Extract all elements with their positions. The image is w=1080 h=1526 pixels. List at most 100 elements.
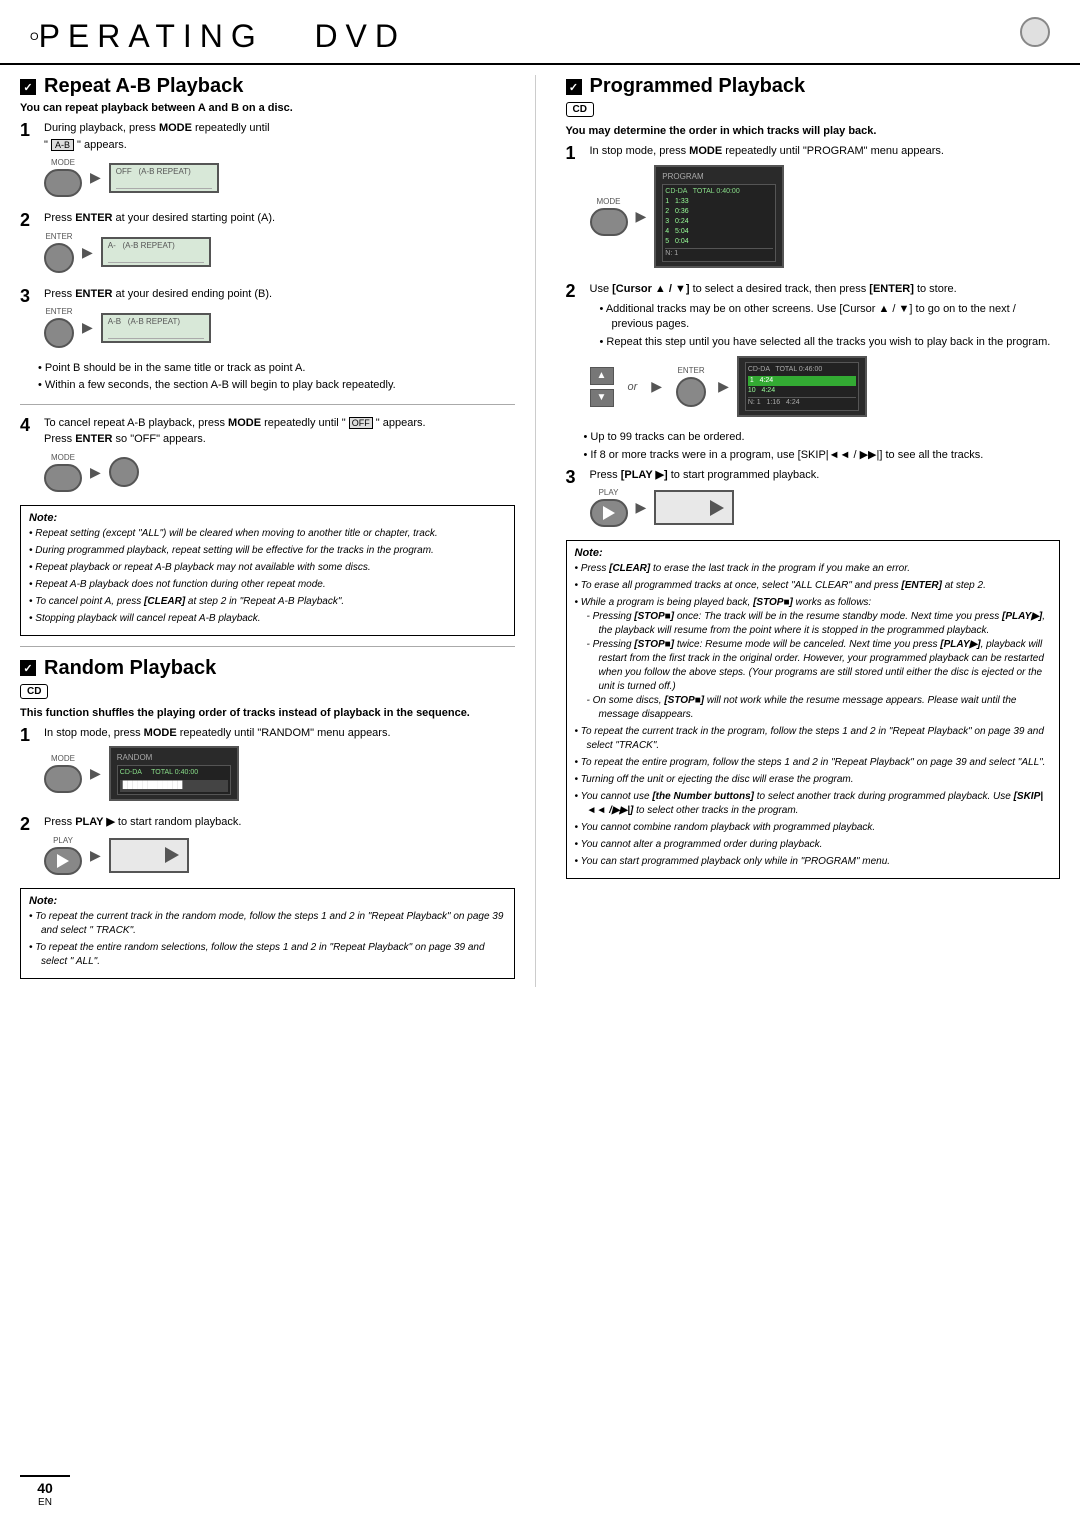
page-number: 40	[37, 1480, 53, 1496]
step-ab-4-num: 4	[20, 415, 36, 437]
enter-button-2[interactable]	[44, 318, 74, 348]
note-ab-3: Repeat playback or repeat A-B playback m…	[29, 561, 506, 575]
step-ab-2-text: Press ENTER at your desired starting poi…	[44, 210, 515, 227]
enter-button-p2[interactable]	[676, 377, 706, 407]
mode-button-1[interactable]	[44, 169, 82, 197]
ab-bullet-1: Point B should be in the same title or t…	[38, 361, 515, 376]
note-prog-9: You cannot alter a programmed order duri…	[575, 838, 1052, 852]
enter-button-group-2: ENTER	[44, 307, 74, 348]
step-prog-3-text: Press [PLAY ▶] to start programmed playb…	[590, 467, 1061, 484]
note-ab-6: Stopping playback will cancel repeat A-B…	[29, 612, 506, 626]
checkbox-random-icon: ✓	[20, 660, 36, 676]
step-random-1-content: In stop mode, press MODE repeatedly unti…	[44, 725, 515, 807]
screen-random-1: RANDOM CD-DA TOTAL 0:40:00 ████████████	[109, 746, 239, 801]
step-ab-3: 3 Press ENTER at your desired ending poi…	[20, 286, 515, 354]
section-ab-heading: ✓ Repeat A-B Playback	[20, 75, 515, 98]
step-random-1-text: In stop mode, press MODE repeatedly unti…	[44, 725, 515, 742]
play-button-group-p: PLAY	[590, 488, 628, 527]
checkbox-ab-icon: ✓	[20, 79, 36, 95]
play-button-r[interactable]	[44, 847, 82, 875]
note-prog-10: You can start programmed playback only w…	[575, 855, 1052, 869]
note-box-prog: Note: Press [CLEAR] to erase the last tr…	[566, 540, 1061, 879]
section-programmed-subtitle: You may determine the order in which tra…	[566, 125, 1061, 137]
step-ab-3-diagram: ENTER ▶ A-B (A-B REPEAT)	[44, 307, 515, 348]
step-ab-1: 1 During playback, press MODE repeatedly…	[20, 120, 515, 202]
step-prog-2-text: Use [Cursor ▲ / ▼] to select a desired t…	[590, 281, 1061, 298]
enter-button-4[interactable]	[109, 457, 139, 487]
note-ab-5: To cancel point A, press [CLEAR] at step…	[29, 595, 506, 609]
step-ab-2-num: 2	[20, 210, 36, 232]
enter-label-1: ENTER	[45, 232, 72, 241]
mode-button-4[interactable]	[44, 464, 82, 492]
play-button-p[interactable]	[590, 499, 628, 527]
mode-label-p1: MODE	[597, 197, 621, 206]
cursor-buttons: ▲ ▼	[590, 367, 614, 407]
section-ab-title: Repeat A-B Playback	[44, 75, 243, 98]
step-prog-1-num: 1	[566, 143, 582, 165]
o-circle-icon: O	[30, 31, 39, 43]
enter-label-2: ENTER	[45, 307, 72, 316]
enter-button-1[interactable]	[44, 243, 74, 273]
note-random-1: To repeat the current track in the rando…	[29, 910, 506, 938]
note-ab-1: Repeat setting (except "ALL") will be cl…	[29, 527, 506, 541]
section-programmed-heading: ✓ Programmed Playback	[566, 75, 1061, 98]
step-ab-3-content: Press ENTER at your desired ending point…	[44, 286, 515, 354]
note-list-ab: Repeat setting (except "ALL") will be cl…	[29, 527, 506, 626]
step-ab-4: 4 To cancel repeat A-B playback, press M…	[20, 415, 515, 497]
step-random-2: 2 Press PLAY ▶ to start random playback.…	[20, 814, 515, 880]
cd-badge-prog: CD	[566, 102, 594, 117]
section-ab-subtitle: You can repeat playback between A and B …	[20, 102, 515, 114]
note-prog-3: While a program is being played back, [S…	[575, 596, 1052, 722]
note-random-2: To repeat the entire random selections, …	[29, 941, 506, 969]
prog-bullet-1: Additional tracks may be on other screen…	[600, 302, 1061, 333]
step-prog-2: 2 Use [Cursor ▲ / ▼] to select a desired…	[566, 281, 1061, 422]
play-icon-r	[57, 854, 69, 868]
mode-button-r1[interactable]	[44, 765, 82, 793]
note-ab-4: Repeat A-B playback does not function du…	[29, 578, 506, 592]
header: O PERATING DVD	[0, 0, 1080, 65]
note-ab-2: During programmed playback, repeat setti…	[29, 544, 506, 558]
screen-ab-2: A- (A-B REPEAT)	[101, 237, 211, 267]
note-prog-5: To repeat the entire program, follow the…	[575, 756, 1052, 770]
note-title-prog: Note:	[575, 547, 1052, 559]
note-title-random: Note:	[29, 895, 506, 907]
section-random-heading: ✓ Random Playback	[20, 657, 515, 680]
step-prog-3: 3 Press [PLAY ▶] to start programmed pla…	[566, 467, 1061, 533]
left-column: ✓ Repeat A-B Playback You can repeat pla…	[20, 75, 536, 987]
step-random-2-content: Press PLAY ▶ to start random playback. P…	[44, 814, 515, 880]
screen-ab-1: OFF (A-B REPEAT)	[109, 163, 219, 193]
step-prog-1-content: In stop mode, press MODE repeatedly unti…	[590, 143, 1061, 273]
mode-label-r1: MODE	[51, 754, 75, 763]
prog-bullets-after2: Up to 99 tracks can be ordered. If 8 or …	[584, 430, 1061, 463]
step-prog-1-text: In stop mode, press MODE repeatedly unti…	[590, 143, 1061, 160]
step-prog-2-bullets: Additional tracks may be on other screen…	[600, 302, 1061, 350]
step-ab-2-content: Press ENTER at your desired starting poi…	[44, 210, 515, 278]
checkbox-prog-icon: ✓	[566, 79, 582, 95]
step-ab-3-num: 3	[20, 286, 36, 308]
play-screen-r	[109, 838, 189, 873]
section-programmed-title: Programmed Playback	[590, 75, 806, 98]
screen-ab-3: A-B (A-B REPEAT)	[101, 313, 211, 343]
play-icon-p	[603, 506, 615, 520]
note-prog-7: You cannot use [the Number buttons] to s…	[575, 790, 1052, 818]
cursor-up-button[interactable]: ▲	[590, 367, 614, 385]
note-box-ab: Note: Repeat setting (except "ALL") will…	[20, 505, 515, 636]
step-random-1-diagram: MODE ▶ RANDOM CD-DA TOTAL 0:40:00 ██████…	[44, 746, 515, 801]
screen-prog-2: CD-DA TOTAL 0:46:00 1 4:24 10 4:24 N: 1 …	[737, 356, 867, 417]
right-column: ✓ Programmed Playback CD You may determi…	[556, 75, 1061, 987]
main-columns: ✓ Repeat A-B Playback You can repeat pla…	[0, 75, 1080, 987]
mode-button-p1[interactable]	[590, 208, 628, 236]
enter-button-group-1: ENTER	[44, 232, 74, 273]
play-button-group-r: PLAY	[44, 836, 82, 875]
step-ab-4-text: To cancel repeat A-B playback, press MOD…	[44, 415, 515, 448]
step-prog-2-diagram: ▲ ▼ or ▶ ENTER ▶	[590, 356, 1061, 417]
section-programmed: ✓ Programmed Playback CD You may determi…	[566, 75, 1061, 879]
mode-button-group-4: MODE	[44, 453, 82, 492]
arrow-1: ▶	[90, 169, 101, 186]
step-prog-1: 1 In stop mode, press MODE repeatedly un…	[566, 143, 1061, 273]
step-random-1-num: 1	[20, 725, 36, 747]
cursor-down-button[interactable]: ▼	[590, 389, 614, 407]
step-ab-2: 2 Press ENTER at your desired starting p…	[20, 210, 515, 278]
play-screen-p	[654, 490, 734, 525]
play-label-p: PLAY	[599, 488, 619, 497]
